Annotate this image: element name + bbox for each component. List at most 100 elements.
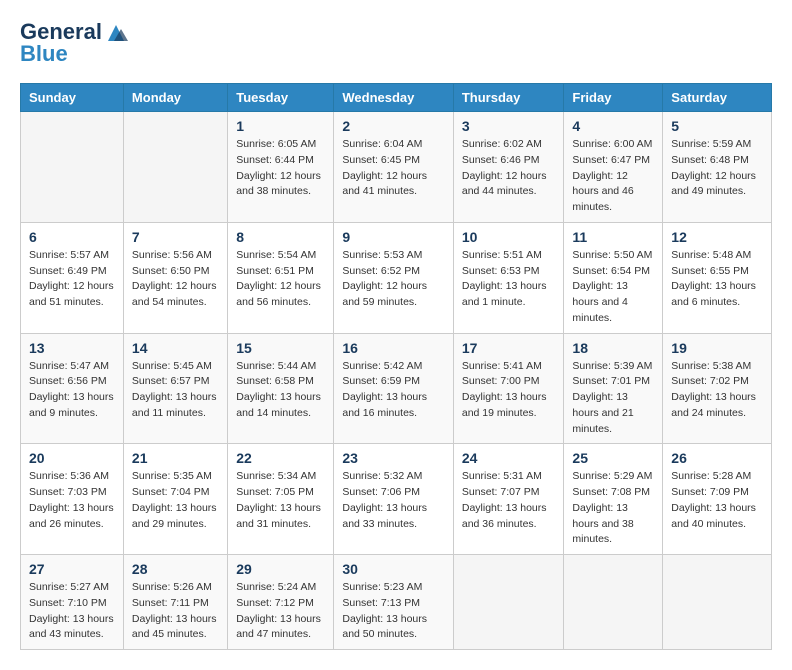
day-number: 18 — [572, 340, 654, 356]
day-cell: 3 Sunrise: 6:02 AMSunset: 6:46 PMDaylight… — [453, 112, 564, 223]
header-day-thursday: Thursday — [453, 84, 564, 112]
day-cell: 16 Sunrise: 5:42 AMSunset: 6:59 PMDayligh… — [334, 333, 454, 444]
week-row-3: 13 Sunrise: 5:47 AMSunset: 6:56 PMDayligh… — [21, 333, 772, 444]
day-cell — [453, 555, 564, 650]
day-details: Sunrise: 5:39 AMSunset: 7:01 PMDaylight:… — [572, 359, 654, 438]
day-details: Sunrise: 5:47 AMSunset: 6:56 PMDaylight:… — [29, 359, 115, 422]
day-number: 23 — [342, 450, 445, 466]
day-cell: 10 Sunrise: 5:51 AMSunset: 6:53 PMDayligh… — [453, 222, 564, 333]
day-cell: 6 Sunrise: 5:57 AMSunset: 6:49 PMDaylight… — [21, 222, 124, 333]
day-number: 10 — [462, 229, 556, 245]
header-day-saturday: Saturday — [663, 84, 772, 112]
day-details: Sunrise: 5:38 AMSunset: 7:02 PMDaylight:… — [671, 359, 763, 422]
day-details: Sunrise: 5:53 AMSunset: 6:52 PMDaylight:… — [342, 248, 445, 311]
day-cell: 28Sunrise: 5:26 AMSunset: 7:11 PMDayligh… — [123, 555, 227, 650]
day-number: 13 — [29, 340, 115, 356]
day-cell: 2 Sunrise: 6:04 AMSunset: 6:45 PMDaylight… — [334, 112, 454, 223]
week-row-4: 20 Sunrise: 5:36 AMSunset: 7:03 PMDayligh… — [21, 444, 772, 555]
day-details: Sunrise: 5:42 AMSunset: 6:59 PMDaylight:… — [342, 359, 445, 422]
day-number: 20 — [29, 450, 115, 466]
day-details: Sunrise: 5:59 AMSunset: 6:48 PMDaylight:… — [671, 137, 763, 200]
day-cell: 8 Sunrise: 5:54 AMSunset: 6:51 PMDaylight… — [228, 222, 334, 333]
logo-icon — [104, 21, 128, 45]
day-number: 19 — [671, 340, 763, 356]
day-number: 21 — [132, 450, 219, 466]
day-cell: 24Sunrise: 5:31 AMSunset: 7:07 PMDayligh… — [453, 444, 564, 555]
day-cell: 25Sunrise: 5:29 AMSunset: 7:08 PMDayligh… — [564, 444, 663, 555]
day-details: Sunrise: 5:54 AMSunset: 6:51 PMDaylight:… — [236, 248, 325, 311]
day-number: 25 — [572, 450, 654, 466]
header-day-tuesday: Tuesday — [228, 84, 334, 112]
day-cell: 23 Sunrise: 5:32 AMSunset: 7:06 PMDayligh… — [334, 444, 454, 555]
day-cell: 26 Sunrise: 5:28 AMSunset: 7:09 PMDayligh… — [663, 444, 772, 555]
day-cell — [21, 112, 124, 223]
day-cell: 9 Sunrise: 5:53 AMSunset: 6:52 PMDaylight… — [334, 222, 454, 333]
day-cell: 19 Sunrise: 5:38 AMSunset: 7:02 PMDayligh… — [663, 333, 772, 444]
page-header: General Blue — [20, 20, 772, 67]
day-cell: 17Sunrise: 5:41 AMSunset: 7:00 PMDayligh… — [453, 333, 564, 444]
day-cell: 27Sunrise: 5:27 AMSunset: 7:10 PMDayligh… — [21, 555, 124, 650]
day-details: Sunrise: 5:34 AMSunset: 7:05 PMDaylight:… — [236, 469, 325, 532]
day-cell: 20 Sunrise: 5:36 AMSunset: 7:03 PMDayligh… — [21, 444, 124, 555]
day-details: Sunrise: 6:05 AMSunset: 6:44 PMDaylight:… — [236, 137, 325, 200]
day-details: Sunrise: 5:36 AMSunset: 7:03 PMDaylight:… — [29, 469, 115, 532]
header-day-wednesday: Wednesday — [334, 84, 454, 112]
day-details: Sunrise: 6:00 AMSunset: 6:47 PMDaylight:… — [572, 137, 654, 216]
day-number: 16 — [342, 340, 445, 356]
day-cell: 1 Sunrise: 6:05 AMSunset: 6:44 PMDaylight… — [228, 112, 334, 223]
day-cell: 4 Sunrise: 6:00 AMSunset: 6:47 PMDaylight… — [564, 112, 663, 223]
header-row: SundayMondayTuesdayWednesdayThursdayFrid… — [21, 84, 772, 112]
day-details: Sunrise: 5:45 AMSunset: 6:57 PMDaylight:… — [132, 359, 219, 422]
day-cell — [663, 555, 772, 650]
day-details: Sunrise: 6:04 AMSunset: 6:45 PMDaylight:… — [342, 137, 445, 200]
day-cell: 11 Sunrise: 5:50 AMSunset: 6:54 PMDayligh… — [564, 222, 663, 333]
day-number: 2 — [342, 118, 445, 134]
header-day-sunday: Sunday — [21, 84, 124, 112]
day-details: Sunrise: 6:02 AMSunset: 6:46 PMDaylight:… — [462, 137, 556, 200]
day-number: 22 — [236, 450, 325, 466]
day-number: 3 — [462, 118, 556, 134]
day-cell: 7 Sunrise: 5:56 AMSunset: 6:50 PMDaylight… — [123, 222, 227, 333]
day-cell: 21 Sunrise: 5:35 AMSunset: 7:04 PMDayligh… — [123, 444, 227, 555]
day-details: Sunrise: 5:51 AMSunset: 6:53 PMDaylight:… — [462, 248, 556, 311]
day-cell: 30Sunrise: 5:23 AMSunset: 7:13 PMDayligh… — [334, 555, 454, 650]
day-details: Sunrise: 5:48 AMSunset: 6:55 PMDaylight:… — [671, 248, 763, 311]
day-cell: 15Sunrise: 5:44 AMSunset: 6:58 PMDayligh… — [228, 333, 334, 444]
day-cell — [123, 112, 227, 223]
day-number: 28 — [132, 561, 219, 577]
day-number: 26 — [671, 450, 763, 466]
day-details: Sunrise: 5:28 AMSunset: 7:09 PMDaylight:… — [671, 469, 763, 532]
day-number: 14 — [132, 340, 219, 356]
day-number: 29 — [236, 561, 325, 577]
day-number: 4 — [572, 118, 654, 134]
calendar-table: SundayMondayTuesdayWednesdayThursdayFrid… — [20, 83, 772, 650]
day-number: 7 — [132, 229, 219, 245]
day-number: 9 — [342, 229, 445, 245]
day-details: Sunrise: 5:57 AMSunset: 6:49 PMDaylight:… — [29, 248, 115, 311]
day-number: 5 — [671, 118, 763, 134]
day-number: 27 — [29, 561, 115, 577]
day-cell: 5 Sunrise: 5:59 AMSunset: 6:48 PMDaylight… — [663, 112, 772, 223]
day-details: Sunrise: 5:31 AMSunset: 7:07 PMDaylight:… — [462, 469, 556, 532]
day-details: Sunrise: 5:32 AMSunset: 7:06 PMDaylight:… — [342, 469, 445, 532]
day-number: 30 — [342, 561, 445, 577]
day-cell: 29Sunrise: 5:24 AMSunset: 7:12 PMDayligh… — [228, 555, 334, 650]
week-row-2: 6 Sunrise: 5:57 AMSunset: 6:49 PMDaylight… — [21, 222, 772, 333]
week-row-1: 1 Sunrise: 6:05 AMSunset: 6:44 PMDaylight… — [21, 112, 772, 223]
day-number: 8 — [236, 229, 325, 245]
header-day-monday: Monday — [123, 84, 227, 112]
day-cell: 14 Sunrise: 5:45 AMSunset: 6:57 PMDayligh… — [123, 333, 227, 444]
day-details: Sunrise: 5:56 AMSunset: 6:50 PMDaylight:… — [132, 248, 219, 311]
day-number: 15 — [236, 340, 325, 356]
day-details: Sunrise: 5:35 AMSunset: 7:04 PMDaylight:… — [132, 469, 219, 532]
day-number: 6 — [29, 229, 115, 245]
day-number: 11 — [572, 229, 654, 245]
day-cell: 22 Sunrise: 5:34 AMSunset: 7:05 PMDayligh… — [228, 444, 334, 555]
day-cell: 18 Sunrise: 5:39 AMSunset: 7:01 PMDayligh… — [564, 333, 663, 444]
day-cell: 12Sunrise: 5:48 AMSunset: 6:55 PMDayligh… — [663, 222, 772, 333]
logo: General Blue — [20, 20, 128, 67]
header-day-friday: Friday — [564, 84, 663, 112]
day-details: Sunrise: 5:41 AMSunset: 7:00 PMDaylight:… — [462, 359, 556, 422]
day-number: 1 — [236, 118, 325, 134]
day-details: Sunrise: 5:50 AMSunset: 6:54 PMDaylight:… — [572, 248, 654, 327]
